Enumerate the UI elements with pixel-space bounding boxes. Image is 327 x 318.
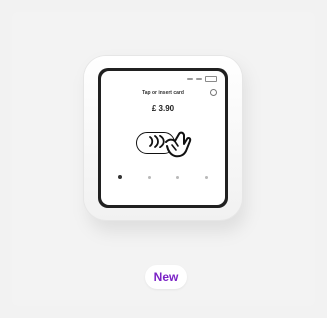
new-badge: New — [145, 265, 187, 289]
device-screen: Tap or insert card £ 3.90 — [101, 71, 225, 205]
page-dot — [147, 175, 151, 179]
product-showcase: Tap or insert card £ 3.90 New — [0, 0, 327, 318]
page-dot — [176, 175, 180, 179]
hand-tap-icon — [165, 131, 192, 158]
page-dot — [204, 175, 208, 179]
page-indicator — [118, 175, 208, 179]
status-bar — [187, 76, 217, 82]
page-dot-active — [118, 175, 122, 179]
payment-amount: £ 3.90 — [151, 104, 175, 113]
device-screen-bezel: Tap or insert card £ 3.90 — [98, 68, 228, 208]
battery-icon — [205, 76, 217, 82]
card-reader-device: Tap or insert card £ 3.90 — [84, 56, 242, 220]
contactless-icon — [149, 135, 165, 148]
payment-prompt: Tap or insert card — [142, 90, 184, 96]
contactless-area — [134, 129, 193, 158]
status-dot — [196, 78, 202, 80]
settings-icon — [210, 89, 217, 96]
status-dot — [187, 78, 193, 80]
